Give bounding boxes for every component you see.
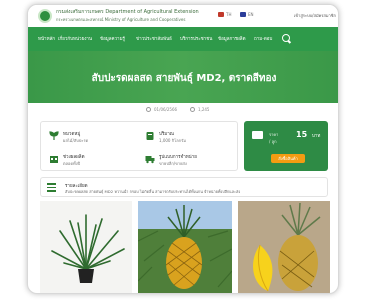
english-flag-icon[interactable] <box>240 12 246 17</box>
price-value: 15 <box>296 130 308 139</box>
page-frame: กรมส่งเสริมการเกษตร Department of Agricu… <box>27 4 339 294</box>
description-card: รายละเอียด สับปะรดผลสด สายพันธุ์ MD2 หวา… <box>40 177 328 197</box>
department-logo-icon[interactable] <box>38 9 52 23</box>
nav-item-services[interactable]: บริการประชาชน <box>180 35 212 42</box>
main-nav: หน้าหลัก เกี่ยวกับหน่วยงาน ข้อมูลความรู้… <box>28 27 338 51</box>
plant-icon <box>49 131 59 141</box>
post-date: 01/06/2566 <box>154 107 178 112</box>
calendar-icon <box>49 154 59 164</box>
order-button[interactable]: สั่งซื้อสินค้า <box>271 154 305 163</box>
calendar-small-icon <box>146 107 151 112</box>
eye-icon <box>190 107 195 112</box>
price-card: ราคา / ลูก 15 บาท สั่งซื้อสินค้า <box>244 121 328 171</box>
stock-value: 1,000 กิโลกรัม <box>159 138 186 143</box>
delivery-label: รูปแบบการจำหน่าย <box>159 155 197 160</box>
login-link[interactable]: เข้าสู่ระบบ/สมัครสมาชิก <box>294 12 336 19</box>
stock-label: ปริมาณ <box>159 132 174 137</box>
nav-item-production[interactable]: ข้อมูลการผลิต <box>218 35 246 42</box>
top-header: กรมส่งเสริมการเกษตร Department of Agricu… <box>28 5 338 27</box>
search-icon[interactable] <box>282 34 290 42</box>
product-photo-seedling[interactable] <box>40 201 132 293</box>
description-text: สับปะรดผลสด สายพันธุ์ MD2 หวานฉ่ำ กรอบ ไ… <box>65 189 241 194</box>
department-subtitle: กระทรวงเกษตรและสหกรณ์ Ministry of Agricu… <box>56 17 186 22</box>
product-photo-field[interactable] <box>138 201 232 293</box>
lang-en[interactable]: EN <box>248 12 254 17</box>
category-value: ผลไม้/สับปะรด <box>63 138 89 143</box>
page-title: สับปะรดผลสด สายพันธุ์ MD2, ตราดสีทอง <box>91 73 277 84</box>
price-unit: / ลูก <box>269 139 277 144</box>
hero-banner: สับปะรดผลสด สายพันธุ์ MD2, ตราดสีทอง <box>28 51 338 103</box>
category-label: หมวดหมู่ <box>63 132 81 137</box>
nav-item-knowledge[interactable]: ข้อมูลความรู้ <box>100 35 125 42</box>
price-currency: บาท <box>312 134 321 139</box>
thai-flag-icon[interactable] <box>218 12 224 17</box>
lang-th[interactable]: TH <box>226 12 231 17</box>
nav-item-about[interactable]: เกี่ยวกับหน่วยงาน <box>58 35 92 42</box>
department-name: กรมส่งเสริมการเกษตร Department of Agricu… <box>56 9 199 15</box>
nav-item-faq[interactable]: ถาม-ตอบ <box>254 35 272 42</box>
box-icon <box>145 131 155 141</box>
view-count: 1,245 <box>198 107 210 112</box>
delivery-value: ขายปลีก/ขายส่ง <box>159 161 187 166</box>
money-icon <box>252 131 263 139</box>
nav-item-home[interactable]: หน้าหลัก <box>38 35 55 42</box>
product-photo-cut[interactable] <box>238 201 330 293</box>
truck-icon <box>145 154 155 164</box>
description-title: รายละเอียด <box>65 184 88 189</box>
season-label: ช่วงผลผลิต <box>63 155 85 160</box>
price-label: ราคา <box>269 132 279 137</box>
product-info-card: หมวดหมู่ ผลไม้/สับปะรด ปริมาณ 1,000 กิโล… <box>40 121 238 171</box>
season-value: ตลอดทั้งปี <box>63 161 81 166</box>
list-icon <box>47 183 56 192</box>
nav-item-news[interactable]: ข่าวประชาสัมพันธ์ <box>136 35 172 42</box>
